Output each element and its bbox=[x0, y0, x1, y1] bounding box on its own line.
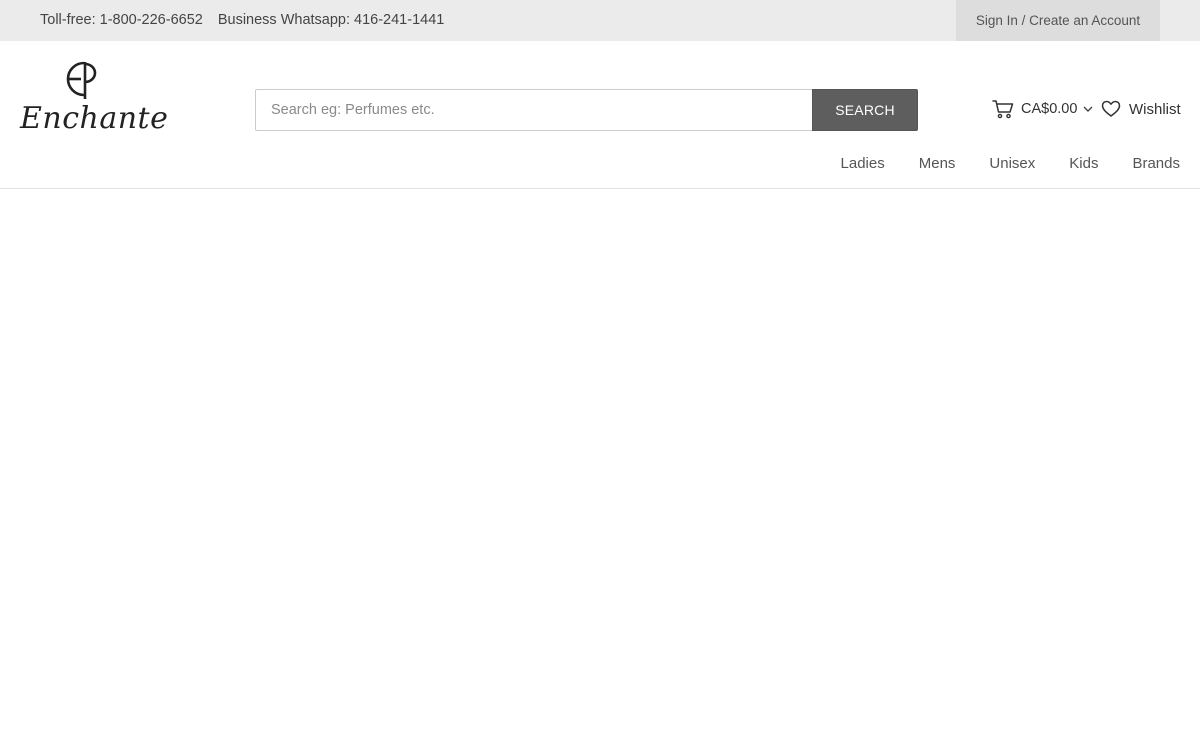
nav-item-brands[interactable]: Brands bbox=[1132, 155, 1180, 172]
main-nav: Ladies Mens Unisex Kids Brands bbox=[841, 155, 1180, 172]
logo-wordmark: Enchante bbox=[20, 101, 169, 136]
heart-icon bbox=[1101, 100, 1121, 117]
signin-create-account-link[interactable]: Sign In / Create an Account bbox=[956, 0, 1160, 41]
tollfree-number: Toll-free: 1-800-226-6652 bbox=[40, 12, 203, 28]
chevron-down-icon bbox=[1083, 106, 1093, 112]
site-header: Enchante SEARCH CA$0.00 Wishlist Ladies … bbox=[0, 41, 1200, 189]
wishlist-label: Wishlist bbox=[1129, 100, 1181, 118]
site-logo[interactable]: Enchante bbox=[18, 61, 169, 141]
top-bar: Toll-free: 1-800-226-6652 Business Whatsa… bbox=[0, 0, 1200, 41]
whatsapp-number: Business Whatsapp: 416-241-1441 bbox=[217, 12, 445, 28]
wishlist-link[interactable]: Wishlist bbox=[1101, 97, 1181, 121]
ep-monogram-icon bbox=[66, 61, 97, 99]
nav-item-ladies[interactable]: Ladies bbox=[841, 155, 885, 172]
search-input[interactable] bbox=[255, 89, 813, 131]
nav-item-unisex[interactable]: Unisex bbox=[989, 155, 1035, 172]
nav-item-kids[interactable]: Kids bbox=[1069, 155, 1098, 172]
nav-item-mens[interactable]: Mens bbox=[919, 155, 956, 172]
search-bar: SEARCH bbox=[255, 89, 918, 131]
cart-icon bbox=[992, 100, 1014, 119]
cart-button[interactable]: CA$0.00 bbox=[992, 97, 1093, 121]
cart-amount: CA$0.00 bbox=[1021, 101, 1078, 117]
contact-info: Toll-free: 1-800-226-6652 Business Whatsa… bbox=[40, 0, 444, 41]
search-button[interactable]: SEARCH bbox=[812, 89, 918, 131]
